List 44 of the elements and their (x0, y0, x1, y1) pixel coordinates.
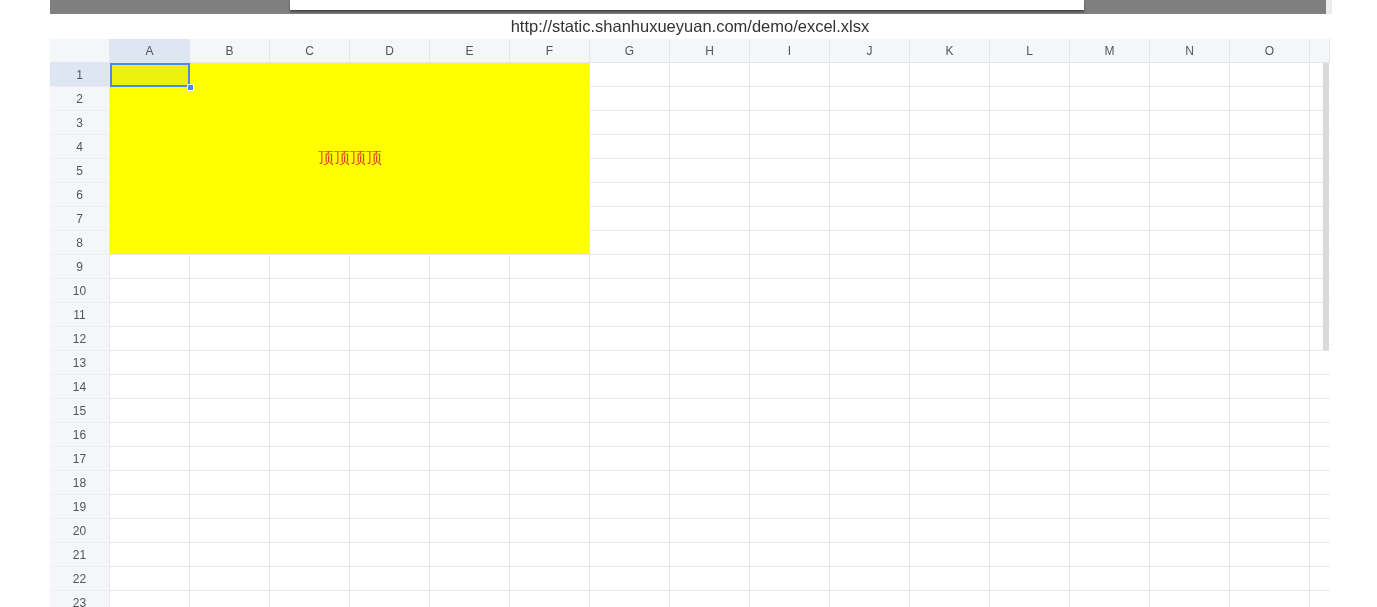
row-header[interactable]: 19 (50, 495, 110, 519)
row-header[interactable]: 8 (50, 231, 110, 255)
column-header[interactable]: C (270, 39, 350, 63)
column-header[interactable]: I (750, 39, 830, 63)
column-header[interactable]: H (670, 39, 750, 63)
row-header[interactable]: 17 (50, 447, 110, 471)
row-header[interactable]: 20 (50, 519, 110, 543)
row-header[interactable]: 4 (50, 135, 110, 159)
column-header[interactable]: K (910, 39, 990, 63)
column-header[interactable]: F (510, 39, 590, 63)
column-header[interactable]: L (990, 39, 1070, 63)
row-header[interactable]: 12 (50, 327, 110, 351)
vertical-scrollbar[interactable] (1323, 63, 1329, 350)
row-header[interactable]: 3 (50, 111, 110, 135)
select-all-corner[interactable] (50, 39, 110, 63)
column-header[interactable]: G (590, 39, 670, 63)
row-header[interactable]: 7 (50, 207, 110, 231)
column-header[interactable]: E (430, 39, 510, 63)
row-header[interactable]: 18 (50, 471, 110, 495)
row-header[interactable]: 15 (50, 399, 110, 423)
row-header[interactable]: 9 (50, 255, 110, 279)
row-header[interactable]: 10 (50, 279, 110, 303)
column-header[interactable]: J (830, 39, 910, 63)
row-header[interactable]: 11 (50, 303, 110, 327)
column-header[interactable]: B (190, 39, 270, 63)
column-header[interactable]: M (1070, 39, 1150, 63)
fill-handle[interactable] (187, 84, 194, 91)
row-header[interactable]: 22 (50, 567, 110, 591)
column-header[interactable]: A (110, 39, 190, 63)
row-header[interactable]: 13 (50, 351, 110, 375)
row-header[interactable]: 14 (50, 375, 110, 399)
column-header[interactable]: O (1230, 39, 1310, 63)
row-header[interactable]: 2 (50, 87, 110, 111)
column-header[interactable]: N (1150, 39, 1230, 63)
row-header[interactable]: 21 (50, 543, 110, 567)
row-header[interactable]: 6 (50, 183, 110, 207)
row-header[interactable]: 23 (50, 591, 110, 607)
row-header[interactable]: 5 (50, 159, 110, 183)
row-header[interactable]: 1 (50, 63, 110, 87)
column-header[interactable]: D (350, 39, 430, 63)
merged-cell[interactable]: 顶顶顶顶 (110, 63, 590, 255)
file-url: http://static.shanhuxueyuan.com/demo/excel.xlsx (510, 17, 870, 36)
row-header[interactable]: 16 (50, 423, 110, 447)
column-header-edge[interactable] (1310, 39, 1330, 63)
